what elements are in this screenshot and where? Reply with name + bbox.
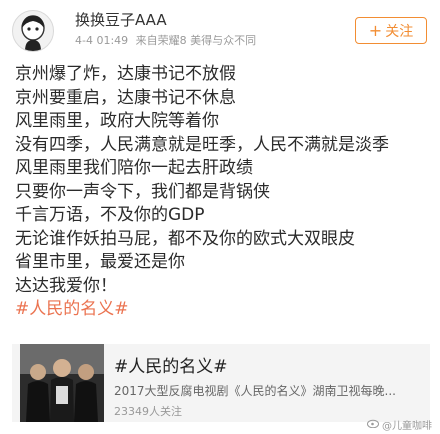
post-content: 京州爆了炸，达康书记不放假 京州要重启，达康书记不休息 风里雨里，政府大院等着你…	[15, 63, 435, 322]
content-line: 省里市里，最爱还是你	[15, 252, 185, 272]
plus-icon: +	[368, 21, 383, 40]
watermark-text: @儿童咖啡	[382, 421, 432, 432]
follow-button[interactable]: + 关注	[355, 17, 427, 44]
post-time: 4-4 01:49	[75, 34, 129, 47]
card-followers: 23349人关注	[114, 405, 182, 418]
content-line: 没有四季，人民满意就是旺季，人民不满就是淡季	[15, 134, 389, 155]
watermark: @儿童咖啡	[367, 417, 432, 432]
content-line: 风里雨里我们陪你一起去肝政绩	[15, 158, 253, 178]
post-source[interactable]: 来自荣耀8 美得与众不同	[136, 34, 257, 47]
content-line: 达达我爱你！	[15, 275, 117, 296]
post-meta: 4-4 01:49 来自荣耀8 美得与众不同	[75, 32, 260, 48]
avatar[interactable]	[12, 10, 54, 52]
content-line: 京州要重启，达康书记不休息	[15, 87, 236, 108]
card-title: #人民的名义#	[114, 357, 228, 377]
username[interactable]: 换换豆子AAA	[75, 9, 167, 30]
post-header: 换换豆子AAA 4-4 01:49 来自荣耀8 美得与众不同 + 关注	[0, 0, 440, 58]
content-line: 京州爆了炸，达康书记不放假	[15, 64, 236, 84]
topic-link[interactable]: #人民的名义#	[15, 298, 435, 322]
card-description: 2017大型反腐电视剧《人民的名义》湖南卫视每晚...	[114, 384, 396, 398]
content-line: 只要你一声令下，我们都是背锅侠	[15, 181, 270, 202]
weibo-logo-icon	[367, 418, 379, 431]
card-thumbnail	[20, 344, 104, 422]
follow-label: 关注	[385, 23, 414, 40]
content-line: 风里雨里，政府大院等着你	[15, 111, 219, 131]
content-line: 千言万语，不及你的GDP	[15, 205, 205, 225]
topic-card[interactable]: #人民的名义# 2017大型反腐电视剧《人民的名义》湖南卫视每晚... 2334…	[12, 344, 430, 422]
content-line: 无论谁作妖拍马屁，都不及你的欧式大双眼皮	[15, 228, 355, 249]
